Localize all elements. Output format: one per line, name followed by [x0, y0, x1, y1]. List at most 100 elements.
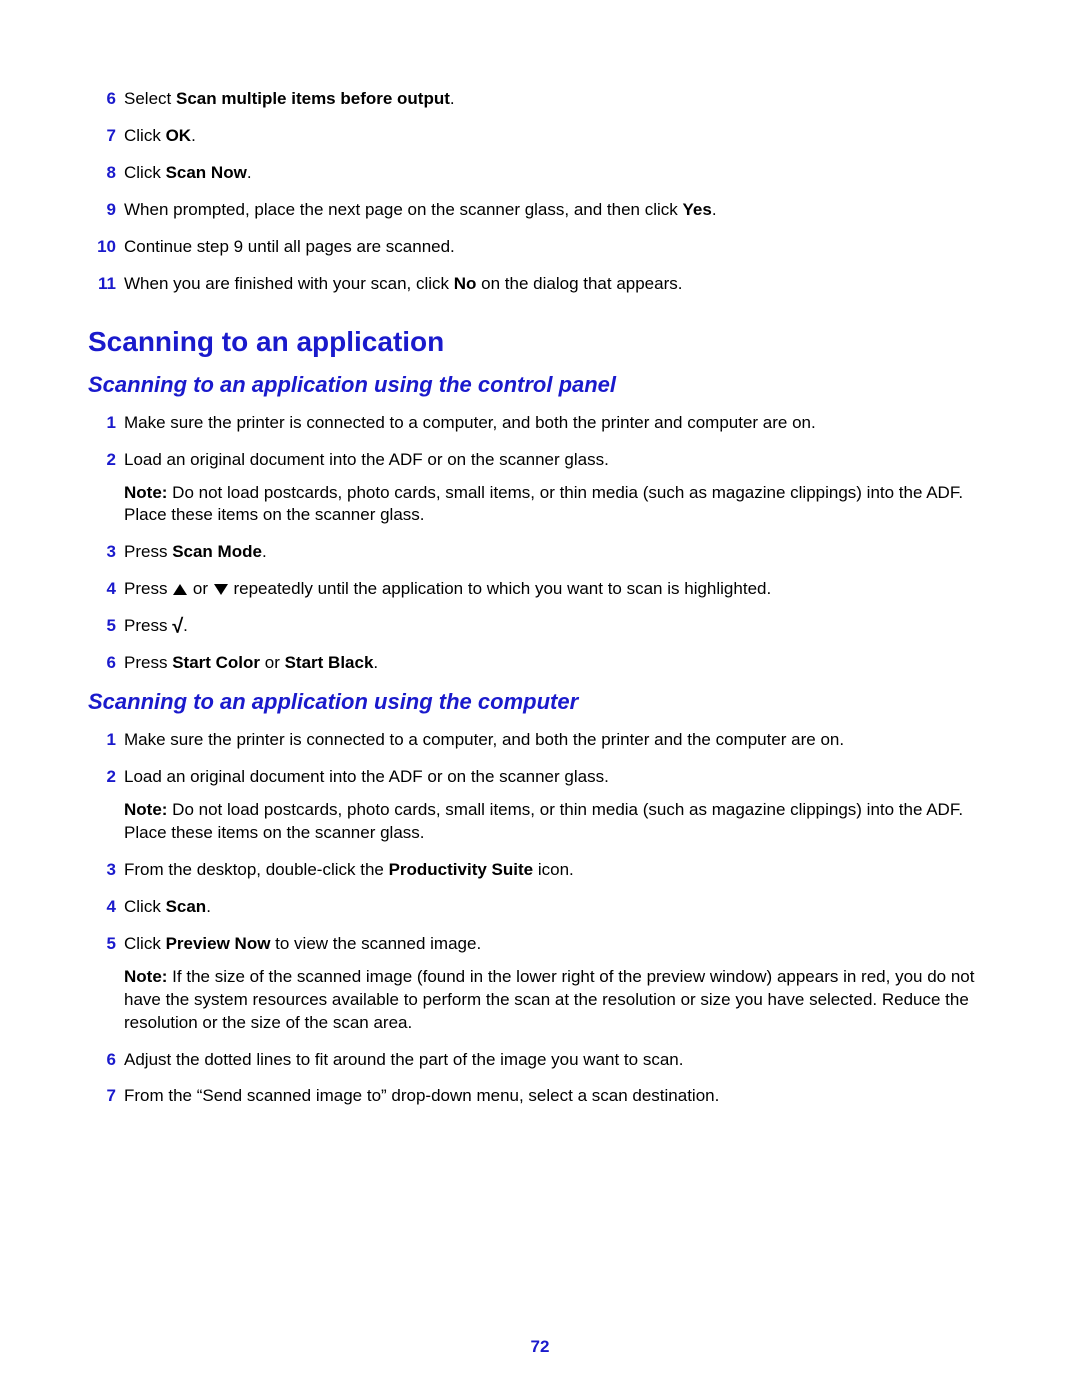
step-number: 4: [88, 896, 116, 919]
step-item: 11 When you are finished with your scan, …: [88, 273, 992, 296]
step-text: Press or repeatedly until the applicatio…: [124, 578, 992, 601]
step-number: 6: [88, 652, 116, 675]
step-text: Make sure the printer is connected to a …: [124, 729, 992, 752]
bold-text: Note:: [124, 800, 167, 819]
step-number: 5: [88, 933, 116, 956]
step-text: Click Scan.: [124, 896, 992, 919]
page-number: 72: [0, 1337, 1080, 1357]
step-text: Click OK.: [124, 125, 992, 148]
step-item: 7 Click OK.: [88, 125, 992, 148]
bold-text: Scan: [166, 897, 207, 916]
step-item: 2 Load an original document into the ADF …: [88, 449, 992, 528]
step-body: From the desktop, double-click the Produ…: [124, 859, 992, 882]
step-item: 5 Press √.: [88, 615, 992, 638]
step-body: Click Preview Now to view the scanned im…: [124, 933, 992, 1035]
step-item: 7 From the “Send scanned image to” drop-d…: [88, 1085, 992, 1108]
arrow-down-icon: [214, 584, 228, 595]
step-item: 6 Select Scan multiple items before outpu…: [88, 88, 992, 111]
step-body: Adjust the dotted lines to fit around th…: [124, 1049, 992, 1072]
section-heading: Scanning to an application: [88, 326, 992, 358]
step-list-top: 6 Select Scan multiple items before outpu…: [88, 88, 992, 296]
step-text: Press Scan Mode.: [124, 541, 992, 564]
subsection-heading-1: Scanning to an application using the con…: [88, 372, 992, 398]
step-item: 8 Click Scan Now.: [88, 162, 992, 185]
step-body: Select Scan multiple items before output…: [124, 88, 992, 111]
subsection-heading-2: Scanning to an application using the com…: [88, 689, 992, 715]
step-item: 3 From the desktop, double-click the Prod…: [88, 859, 992, 882]
step-item: 10Continue step 9 until all pages are sc…: [88, 236, 992, 259]
bold-text: Productivity Suite: [389, 860, 534, 879]
step-item: 6 Press Start Color or Start Black.: [88, 652, 992, 675]
step-text: When prompted, place the next page on th…: [124, 199, 992, 222]
step-text: From the desktop, double-click the Produ…: [124, 859, 992, 882]
step-number: 8: [88, 162, 116, 185]
step-text: Press √.: [124, 615, 992, 638]
step-body: Continue step 9 until all pages are scan…: [124, 236, 992, 259]
step-body: When prompted, place the next page on th…: [124, 199, 992, 222]
step-number: 2: [88, 766, 116, 789]
step-text: Click Preview Now to view the scanned im…: [124, 933, 992, 956]
step-body: Load an original document into the ADF o…: [124, 449, 992, 528]
step-text: Make sure the printer is connected to a …: [124, 412, 992, 435]
step-item: 4 Press or repeatedly until the applicati…: [88, 578, 992, 601]
step-number: 5: [88, 615, 116, 638]
step-item: 6 Adjust the dotted lines to fit around t…: [88, 1049, 992, 1072]
arrow-up-icon: [173, 584, 187, 595]
step-text: From the “Send scanned image to” drop-do…: [124, 1085, 992, 1108]
bold-text: Start Black: [285, 653, 374, 672]
step-body: Load an original document into the ADF o…: [124, 766, 992, 845]
step-number: 11: [88, 273, 116, 296]
step-number: 9: [88, 199, 116, 222]
step-number: 6: [88, 88, 116, 111]
step-body: Press or repeatedly until the applicatio…: [124, 578, 992, 601]
bold-text: Yes: [683, 200, 712, 219]
step-item: 3 Press Scan Mode.: [88, 541, 992, 564]
step-list-sub1: 1 Make sure the printer is connected to a…: [88, 412, 992, 676]
step-item: 5 Click Preview Now to view the scanned i…: [88, 933, 992, 1035]
step-note: Note: Do not load postcards, photo cards…: [124, 482, 992, 528]
bold-text: Preview Now: [166, 934, 271, 953]
step-text: Load an original document into the ADF o…: [124, 449, 992, 472]
step-body: Click Scan.: [124, 896, 992, 919]
step-body: Press Scan Mode.: [124, 541, 992, 564]
check-icon: √: [172, 616, 183, 638]
step-list-sub2: 1 Make sure the printer is connected to a…: [88, 729, 992, 1108]
step-body: When you are finished with your scan, cl…: [124, 273, 992, 296]
step-number: 1: [88, 729, 116, 752]
step-text: Load an original document into the ADF o…: [124, 766, 992, 789]
step-body: Make sure the printer is connected to a …: [124, 729, 992, 752]
bold-text: Note:: [124, 967, 167, 986]
step-number: 6: [88, 1049, 116, 1072]
step-item: 1 Make sure the printer is connected to a…: [88, 729, 992, 752]
step-number: 2: [88, 449, 116, 472]
step-body: From the “Send scanned image to” drop-do…: [124, 1085, 992, 1108]
bold-text: Scan Now: [166, 163, 247, 182]
step-text: When you are finished with your scan, cl…: [124, 273, 992, 296]
step-number: 7: [88, 1085, 116, 1108]
step-text: Press Start Color or Start Black.: [124, 652, 992, 675]
step-text: Adjust the dotted lines to fit around th…: [124, 1049, 992, 1072]
step-text: Click Scan Now.: [124, 162, 992, 185]
step-text: Select Scan multiple items before output…: [124, 88, 992, 111]
step-body: Click Scan Now.: [124, 162, 992, 185]
bold-text: No: [454, 274, 477, 293]
step-number: 1: [88, 412, 116, 435]
step-body: Click OK.: [124, 125, 992, 148]
bold-text: OK: [166, 126, 192, 145]
step-number: 7: [88, 125, 116, 148]
step-number: 3: [88, 859, 116, 882]
bold-text: Note:: [124, 483, 167, 502]
step-note: Note: Do not load postcards, photo cards…: [124, 799, 992, 845]
step-note: Note: If the size of the scanned image (…: [124, 966, 992, 1035]
step-item: 4 Click Scan.: [88, 896, 992, 919]
step-body: Make sure the printer is connected to a …: [124, 412, 992, 435]
bold-text: Start Color: [172, 653, 260, 672]
step-body: Press √.: [124, 615, 992, 638]
step-body: Press Start Color or Start Black.: [124, 652, 992, 675]
step-item: 1 Make sure the printer is connected to a…: [88, 412, 992, 435]
step-text: Continue step 9 until all pages are scan…: [124, 236, 992, 259]
step-item: 9 When prompted, place the next page on t…: [88, 199, 992, 222]
step-number: 4: [88, 578, 116, 601]
step-number: 3: [88, 541, 116, 564]
bold-text: Scan multiple items before output: [176, 89, 450, 108]
